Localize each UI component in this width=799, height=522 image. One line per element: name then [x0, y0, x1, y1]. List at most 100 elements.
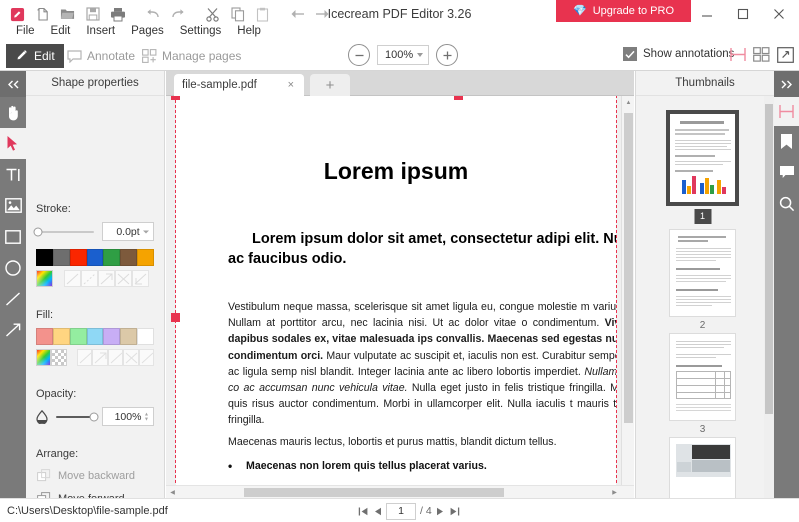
stroke-style-solid[interactable] [64, 270, 81, 287]
menu-pages[interactable]: Pages [123, 22, 172, 40]
show-annotations-control[interactable]: Show annotations [623, 47, 734, 61]
stepper-icon[interactable]: ▲ ▼ [144, 412, 149, 422]
close-tab-icon[interactable]: × [286, 79, 296, 91]
zoom-out-button[interactable] [348, 44, 370, 66]
collapse-left-panel-button[interactable] [0, 71, 26, 97]
move-backward-button[interactable]: Move backward [36, 468, 154, 483]
thumbnail-page-2[interactable] [669, 229, 736, 317]
stroke-swatch-green[interactable] [103, 249, 121, 266]
opacity-slider[interactable] [56, 412, 99, 421]
fill-pattern-4[interactable] [123, 349, 139, 366]
first-page-button[interactable] [358, 506, 369, 517]
menu-insert[interactable]: Insert [78, 22, 123, 40]
fill-pattern-5[interactable] [138, 349, 155, 366]
thumbnails-scrollbar[interactable] [764, 96, 774, 498]
ellipse-tool-button[interactable] [0, 252, 26, 283]
menu-edit[interactable]: Edit [43, 22, 79, 40]
line-tool-button[interactable] [0, 283, 26, 314]
thumbnails-list[interactable]: 1 2 3 [636, 96, 774, 498]
collapse-right-panel-button[interactable] [774, 71, 799, 97]
scroll-up-icon[interactable]: ▲ [622, 96, 634, 109]
fill-pattern-3[interactable] [107, 349, 124, 366]
maximize-button[interactable] [725, 0, 761, 28]
bookmarks-panel-toggle[interactable] [774, 126, 799, 157]
text-tool-button[interactable] [0, 159, 26, 190]
stroke-style-arrow-start[interactable] [98, 270, 115, 287]
pdf-page-canvas[interactable]: Lorem ipsum Lorem ipsum dolor sit amet, … [176, 96, 616, 488]
zoom-in-button[interactable] [436, 44, 458, 66]
previous-page-button[interactable] [373, 506, 382, 517]
horizontal-scroll-thumb[interactable] [244, 488, 504, 497]
thumbnails-scroll-thumb[interactable] [765, 104, 773, 414]
tab-manage-pages[interactable]: Manage pages [133, 44, 250, 68]
stroke-style-arrow-end[interactable] [132, 270, 149, 287]
thumbnail-page-1[interactable] [666, 110, 739, 206]
thumbnail-page-4[interactable] [669, 437, 736, 498]
fill-transparent-swatch[interactable] [51, 349, 67, 366]
stroke-swatch-blue[interactable] [86, 249, 104, 266]
current-page-input[interactable]: 1 [386, 502, 416, 520]
hand-tool-button[interactable] [0, 97, 26, 128]
stroke-style-dashed[interactable] [81, 270, 98, 287]
close-button[interactable] [761, 0, 797, 28]
fill-swatch-tan[interactable] [120, 328, 138, 345]
stroke-swatch-orange[interactable] [137, 249, 155, 266]
grid-view-icon[interactable] [752, 46, 771, 63]
selection-handle-top-left[interactable] [171, 96, 180, 100]
fill-pattern-2[interactable] [92, 349, 108, 366]
menu-settings[interactable]: Settings [172, 22, 230, 40]
thumbnail-item-1[interactable]: 1 [666, 110, 739, 224]
minimize-button[interactable] [689, 0, 725, 28]
thumbnail-item-3[interactable]: 3 [669, 333, 736, 435]
image-tool-button[interactable] [0, 190, 26, 221]
stroke-width-slider[interactable] [33, 227, 94, 236]
thumbnail-page-3[interactable] [669, 333, 736, 421]
single-page-view-icon[interactable] [728, 46, 747, 63]
document-viewport[interactable]: Lorem ipsum Lorem ipsum dolor sit amet, … [166, 96, 634, 498]
upgrade-to-pro-button[interactable]: 💎 Upgrade to PRO [556, 0, 691, 22]
selection-handle-top-middle[interactable] [454, 96, 463, 100]
opacity-slider-knob[interactable] [89, 412, 99, 421]
zoom-level-select[interactable]: 100% [377, 45, 429, 65]
tab-annotate[interactable]: Annotate [58, 44, 144, 68]
fill-swatch-green[interactable] [69, 328, 87, 345]
fill-swatch-salmon[interactable] [36, 328, 53, 345]
stroke-width-input[interactable]: 0.0pt [102, 222, 154, 241]
stroke-swatch-gray[interactable] [52, 249, 70, 266]
fill-swatch-purple[interactable] [103, 328, 121, 345]
thumbnails-panel-toggle[interactable] [774, 97, 799, 126]
last-page-button[interactable] [449, 506, 460, 517]
fill-swatch-blue[interactable] [86, 328, 104, 345]
search-panel-toggle[interactable] [774, 188, 799, 219]
show-annotations-checkbox[interactable] [623, 47, 637, 61]
document-horizontal-scrollbar[interactable]: ◀ ▶ [166, 485, 634, 498]
thumbnail-item-2[interactable]: 2 [669, 229, 736, 331]
menu-file[interactable]: File [8, 22, 43, 40]
stroke-width-slider-knob[interactable] [33, 227, 43, 236]
select-tool-button[interactable] [0, 128, 26, 159]
vertical-scroll-thumb[interactable] [624, 113, 633, 423]
thumbnail-item-4[interactable]: 4 [669, 437, 736, 498]
stroke-style-arrow-both[interactable] [115, 270, 132, 287]
new-tab-button[interactable]: + [310, 74, 350, 96]
tab-edit[interactable]: Edit [6, 44, 64, 68]
opacity-input[interactable]: 100% ▲ ▼ [102, 407, 154, 426]
menu-help[interactable]: Help [229, 22, 269, 40]
arrow-tool-button[interactable] [0, 314, 26, 345]
fullscreen-icon[interactable] [776, 46, 795, 63]
stroke-swatch-red[interactable] [69, 249, 87, 266]
stroke-color-picker-icon[interactable] [36, 270, 53, 287]
forward-icon[interactable] [311, 3, 334, 25]
next-page-button[interactable] [436, 506, 445, 517]
comments-panel-toggle[interactable] [774, 157, 799, 188]
fill-swatch-white[interactable] [137, 328, 155, 345]
fill-color-picker-icon[interactable] [36, 349, 52, 366]
back-icon[interactable] [286, 3, 309, 25]
stroke-swatch-black[interactable] [36, 249, 53, 266]
document-tab[interactable]: file-sample.pdf × [174, 74, 304, 96]
stroke-swatch-brown[interactable] [120, 249, 138, 266]
fill-swatch-yellow[interactable] [52, 328, 70, 345]
document-vertical-scrollbar[interactable]: ▲ ▼ [621, 96, 634, 498]
fill-pattern-1[interactable] [76, 349, 93, 366]
rectangle-tool-button[interactable] [0, 221, 26, 252]
